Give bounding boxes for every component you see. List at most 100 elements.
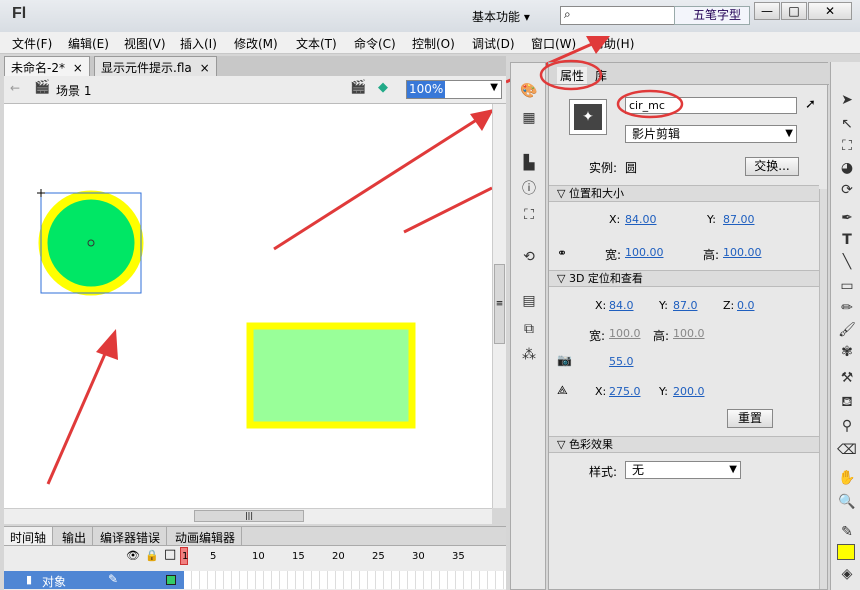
rectangle-shape[interactable]	[246, 322, 416, 429]
back-arrow-icon[interactable]: ←	[10, 81, 20, 95]
close-button[interactable]: ✕	[808, 2, 852, 20]
menu-file[interactable]: 文件(F)	[12, 35, 52, 52]
deco-tool-icon[interactable]: ✾	[837, 342, 857, 362]
line-tool-icon[interactable]: ╲	[837, 252, 857, 272]
reset-button[interactable]: 重置	[727, 409, 773, 428]
tab-compiler-errors[interactable]: 编译器错误	[94, 527, 168, 545]
menu-insert[interactable]: 插入(I)	[180, 35, 217, 52]
symbol-type-select[interactable]: 影片剪辑 ▼	[625, 125, 797, 143]
circle-instance[interactable]	[38, 190, 144, 296]
tab-output[interactable]: 输出	[56, 527, 94, 545]
zoom-tool-icon[interactable]: 🔍	[837, 492, 857, 512]
y-label: Y:	[707, 213, 716, 226]
text-tool-icon[interactable]: T	[837, 230, 857, 250]
menu-modify[interactable]: 修改(M)	[234, 35, 278, 52]
edit-instance-icon[interactable]: ➚	[805, 97, 816, 112]
vanishing-x-value[interactable]: 275.0	[609, 385, 641, 398]
3d-z-value[interactable]: 0.0	[737, 299, 755, 312]
paint-bucket-tool-icon[interactable]: ⛾	[837, 392, 857, 412]
outline-icon[interactable]: □	[164, 547, 176, 562]
zoom-select[interactable]: 100% ▼	[406, 80, 502, 99]
x-value[interactable]: 84.00	[625, 213, 657, 226]
scroll-thumb[interactable]: ≡	[494, 264, 505, 344]
y-value[interactable]: 87.00	[723, 213, 755, 226]
info-icon[interactable]: ⓘ	[519, 179, 539, 199]
code-snippets-icon[interactable]: ▤	[519, 291, 539, 311]
width-value[interactable]: 100.00	[625, 246, 664, 259]
bone-tool-icon[interactable]: ⚒	[837, 368, 857, 388]
stage-horizontal-scrollbar[interactable]: |||	[4, 508, 492, 524]
align-icon[interactable]: ▙	[519, 153, 539, 173]
3d-width-value: 100.0	[609, 327, 641, 340]
subselection-tool-icon[interactable]: ↖	[837, 114, 857, 134]
chevron-down-icon: ▼	[729, 464, 737, 475]
rectangle-tool-icon[interactable]: ▭	[837, 276, 857, 296]
scroll-thumb[interactable]: |||	[194, 510, 304, 522]
stage-canvas	[37, 109, 492, 485]
swatches-grid-icon[interactable]: ▦	[519, 108, 539, 128]
menu-bar: 文件(F) 编辑(E) 视图(V) 插入(I) 修改(M) 文本(T) 命令(C…	[0, 32, 860, 54]
edit-scene-icon[interactable]: 🎬	[350, 80, 366, 95]
selection-tool-icon[interactable]: ➤	[837, 90, 857, 110]
lock-icon[interactable]: 🔒	[145, 549, 159, 562]
timeline-tabs: 时间轴 输出 编译器错误 动画编辑器	[4, 527, 506, 546]
tab-close-icon[interactable]: ×	[200, 61, 210, 75]
layer-color-swatch[interactable]	[166, 575, 176, 585]
component-inspector-icon[interactable]: ⁂	[519, 345, 539, 365]
section-3d-position[interactable]: ▽ 3D 定位和查看	[549, 270, 819, 287]
tab-timeline[interactable]: 时间轴	[4, 527, 54, 545]
free-transform-tool-icon[interactable]: ⛶	[837, 136, 857, 156]
swap-button[interactable]: 交换...	[745, 157, 799, 176]
lasso-tool-icon[interactable]: ⟳	[837, 180, 857, 200]
menu-text[interactable]: 文本(T)	[296, 35, 337, 52]
frame-grid[interactable]	[184, 571, 506, 589]
menu-control[interactable]: 控制(O)	[412, 35, 455, 52]
3d-z-label: Z:	[723, 299, 735, 312]
stage-vertical-scrollbar[interactable]: ≡	[492, 104, 506, 508]
pen-tool-icon[interactable]: ✒	[837, 208, 857, 228]
height-value[interactable]: 100.00	[723, 246, 762, 259]
components-icon[interactable]: ⧉	[519, 319, 539, 339]
brush-tool-icon[interactable]: 🖌	[837, 320, 857, 340]
frame-number: 10	[252, 551, 265, 562]
tab-label: 显示元件提示.fla	[101, 61, 192, 75]
perspective-angle-value[interactable]: 55.0	[609, 355, 634, 368]
edit-symbols-icon[interactable]: ◆	[378, 80, 388, 95]
motion-presets-icon[interactable]: ⟲	[519, 247, 539, 267]
properties-scrollbar[interactable]	[819, 189, 827, 589]
tab-motion-editor[interactable]: 动画编辑器	[169, 527, 243, 545]
3d-x-label: X:	[595, 299, 607, 312]
eraser-tool-icon[interactable]: ⌫	[837, 440, 857, 460]
color-palette-icon[interactable]: 🎨	[519, 81, 539, 101]
tab-untitled-2[interactable]: 未命名-2* ×	[4, 56, 90, 76]
link-icon[interactable]: ⚭	[557, 246, 567, 260]
transform-icon[interactable]: ⛶	[519, 205, 539, 225]
style-label: 样式:	[589, 465, 618, 479]
menu-commands[interactable]: 命令(C)	[354, 35, 396, 52]
tab-display-symbol-tip[interactable]: 显示元件提示.fla ×	[94, 56, 217, 76]
minimize-button[interactable]: —	[754, 2, 780, 20]
instance-of-label: 实例:	[589, 161, 618, 175]
eyedropper-tool-icon[interactable]: ⚲	[837, 416, 857, 436]
menu-view[interactable]: 视图(V)	[124, 35, 166, 52]
section-title: 3D 定位和查看	[568, 272, 643, 285]
pencil-tool-icon[interactable]: ✏	[837, 298, 857, 318]
3d-rotation-tool-icon[interactable]: ◕	[837, 158, 857, 178]
menu-edit[interactable]: 编辑(E)	[68, 35, 109, 52]
layer-row[interactable]: ▮ 对象 ✎	[4, 571, 184, 589]
eye-icon[interactable]: 👁	[126, 549, 140, 562]
section-position-size[interactable]: ▽ 位置和大小	[549, 185, 819, 202]
hand-tool-icon[interactable]: ✋	[837, 468, 857, 488]
frame-number: 20	[332, 551, 345, 562]
3d-y-value[interactable]: 87.0	[673, 299, 698, 312]
3d-x-value[interactable]: 84.0	[609, 299, 634, 312]
stroke-color-icon[interactable]: ✎	[837, 522, 857, 542]
stroke-color-swatch[interactable]	[837, 544, 855, 560]
stage[interactable]	[4, 104, 492, 508]
color-style-select[interactable]: 无 ▼	[625, 461, 741, 479]
fill-color-icon[interactable]: ◈	[837, 564, 857, 584]
tab-close-icon[interactable]: ×	[73, 61, 83, 75]
section-color-effect[interactable]: ▽ 色彩效果	[549, 436, 819, 453]
maximize-button[interactable]: □	[781, 2, 807, 20]
vanishing-y-value[interactable]: 200.0	[673, 385, 705, 398]
